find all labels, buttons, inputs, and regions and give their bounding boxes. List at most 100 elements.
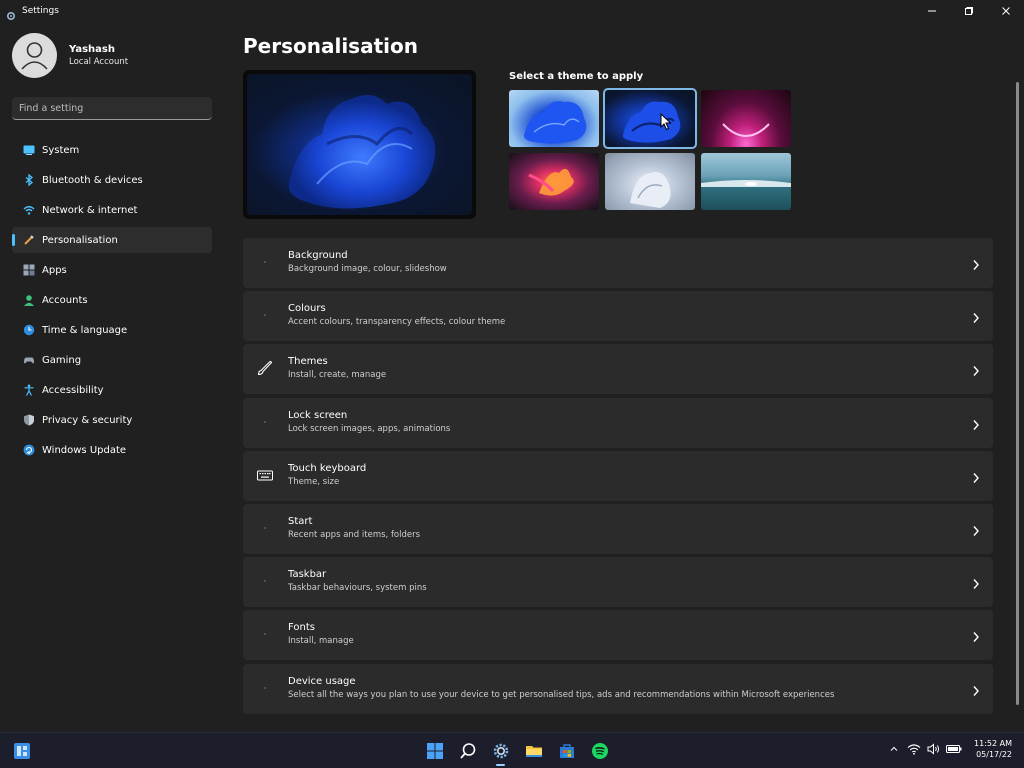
update-icon	[23, 444, 35, 456]
brush-icon	[256, 359, 274, 377]
minimize-icon	[927, 10, 936, 12]
theme-preview	[243, 70, 476, 219]
chevron-right-icon	[972, 628, 980, 647]
scrollbar[interactable]	[1016, 82, 1019, 705]
avatar[interactable]	[12, 33, 57, 78]
user-profile[interactable]: Yashash Local Account	[12, 33, 128, 78]
setting-title: Background	[288, 250, 348, 261]
sidebar: Yashash Local Account System Bluetooth &…	[0, 22, 226, 732]
lock-screen-icon	[256, 413, 274, 431]
sidebar-item-personalisation[interactable]: Personalisation	[12, 227, 212, 253]
setting-title: Touch keyboard	[288, 462, 367, 474]
setting-row-touch-keyboard[interactable]: Touch keyboard Theme, size	[243, 450, 993, 501]
widgets-button[interactable]	[13, 742, 31, 764]
widgets-icon	[14, 743, 30, 759]
window-title: Settings	[22, 6, 59, 16]
sidebar-item-label: Bluetooth & devices	[42, 174, 143, 186]
clock-date: 05/17/22	[976, 750, 1012, 759]
chevron-right-icon	[972, 309, 980, 328]
colours-icon	[256, 306, 274, 324]
setting-row-background[interactable]: Background Background image, colour, sli…	[243, 238, 993, 288]
minimize-button[interactable]	[913, 0, 950, 22]
restore-icon	[964, 7, 973, 15]
sidebar-item-time-language[interactable]: Time & language	[12, 317, 212, 343]
sidebar-item-label: Gaming	[42, 354, 82, 366]
setting-row-device-usage[interactable]: Device usage Select all the ways you pla…	[243, 663, 993, 714]
setting-subtitle: Lock screen images, apps, animations	[288, 423, 451, 434]
restore-button[interactable]	[950, 0, 987, 22]
page-title: Personalisation	[243, 34, 418, 58]
close-button[interactable]	[987, 0, 1024, 22]
setting-title: Fonts	[288, 622, 315, 634]
store-icon	[559, 744, 574, 758]
battery-icon[interactable]	[946, 741, 962, 757]
setting-row-themes[interactable]: Themes Install, create, manage	[243, 344, 993, 395]
setting-row-colours[interactable]: Colours Accent colours, transparency eff…	[243, 291, 993, 342]
theme-section-heading: Select a theme to apply	[509, 71, 644, 82]
theme-windows-light[interactable]	[509, 90, 599, 147]
theme-thumbnail-image	[528, 168, 574, 196]
chevron-up-icon[interactable]	[886, 741, 902, 757]
setting-title: Lock screen	[288, 409, 348, 421]
setting-subtitle: Background image, colour, slideshow	[288, 264, 447, 274]
setting-row-lock-screen[interactable]: Lock screen Lock screen images, apps, an…	[243, 397, 993, 448]
sidebar-item-windows-update[interactable]: Windows Update	[12, 437, 212, 463]
profile-account-type: Local Account	[69, 57, 129, 67]
chevron-right-icon	[972, 256, 980, 275]
sidebar-item-label: Accessibility	[42, 384, 104, 396]
theme-glow[interactable]	[701, 90, 791, 147]
search-box[interactable]	[12, 97, 212, 120]
setting-row-start[interactable]: Start Recent apps and items, folders	[243, 503, 993, 554]
settings-icon	[493, 743, 508, 759]
sidebar-item-gaming[interactable]: Gaming	[12, 347, 212, 373]
setting-subtitle: Theme, size	[288, 476, 340, 487]
taskbar: 11:52 AM 05/17/22	[0, 732, 1024, 768]
sidebar-item-accessibility[interactable]: Accessibility	[12, 377, 212, 403]
clock-globe-icon	[23, 324, 35, 336]
taskbar-settings-button[interactable]	[484, 738, 517, 766]
setting-subtitle: Select all the ways you plan to use your…	[288, 689, 835, 700]
sidebar-item-privacy-security[interactable]: Privacy & security	[12, 407, 212, 433]
theme-thumbnail-image	[701, 180, 791, 187]
volume-icon[interactable]	[926, 741, 942, 757]
system-tray: 11:52 AM 05/17/22	[884, 738, 1012, 760]
taskbar-file-explorer-button[interactable]	[517, 738, 550, 764]
sidebar-item-bluetooth[interactable]: Bluetooth & devices	[12, 167, 212, 193]
theme-thumbnail-image	[630, 172, 671, 208]
sidebar-item-system[interactable]: System	[12, 137, 212, 163]
sidebar-item-accounts[interactable]: Accounts	[12, 287, 212, 313]
taskbar-icon	[256, 572, 274, 590]
display-icon	[23, 144, 35, 156]
theme-captured-motion[interactable]	[509, 153, 599, 210]
apps-icon	[23, 264, 35, 276]
setting-title: Start	[288, 515, 313, 527]
settings-gear-icon	[6, 6, 16, 21]
chevron-right-icon	[972, 416, 980, 435]
setting-row-fonts[interactable]: Fonts Install, manage	[243, 610, 993, 661]
title-bar: Settings	[0, 0, 1024, 22]
shield-icon	[23, 414, 35, 426]
sidebar-item-network[interactable]: Network & internet	[12, 197, 212, 223]
accessibility-icon	[23, 384, 35, 396]
start-button[interactable]	[418, 738, 451, 764]
taskbar-spotify-button[interactable]	[583, 738, 616, 764]
brush-icon	[23, 234, 35, 246]
wifi-status-icon[interactable]	[906, 741, 922, 757]
search-icon	[459, 743, 475, 759]
chevron-right-icon	[972, 469, 980, 488]
chevron-right-icon	[972, 575, 980, 594]
theme-sunrise[interactable]	[701, 153, 791, 210]
theme-flow[interactable]	[605, 153, 695, 210]
clock[interactable]: 11:52 AM 05/17/22	[974, 738, 1012, 760]
person-icon	[23, 294, 35, 306]
start-icon	[256, 519, 274, 537]
mouse-cursor-icon	[660, 112, 672, 135]
taskbar-search-button[interactable]	[451, 738, 484, 764]
taskbar-store-button[interactable]	[550, 738, 583, 764]
setting-row-taskbar[interactable]: Taskbar Taskbar behaviours, system pins	[243, 557, 993, 608]
theme-windows-dark[interactable]	[603, 88, 697, 149]
sidebar-item-apps[interactable]: Apps	[12, 257, 212, 283]
chevron-right-icon	[972, 682, 980, 701]
chevron-right-icon	[972, 522, 980, 541]
search-input[interactable]	[19, 102, 169, 114]
